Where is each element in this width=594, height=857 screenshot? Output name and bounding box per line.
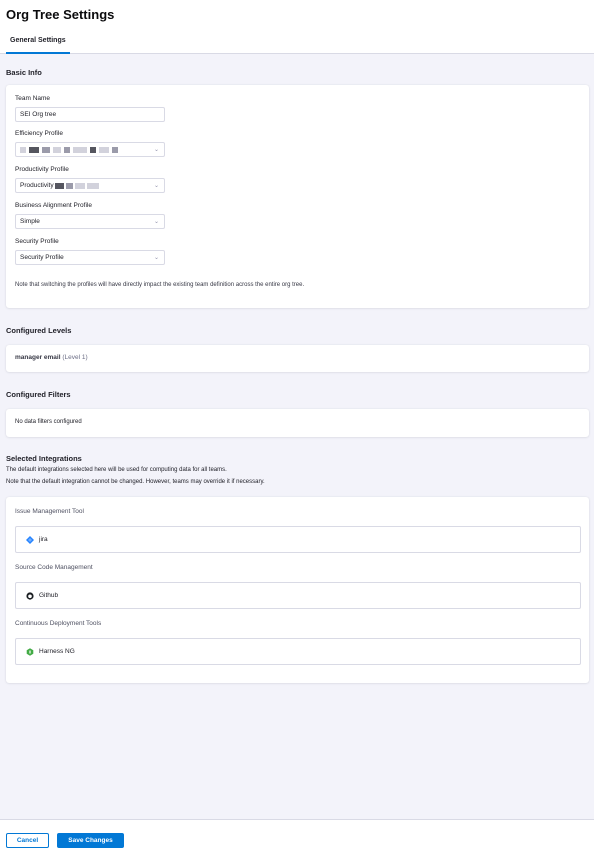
profiles-note: Note that switching the profiles will ha… — [15, 282, 305, 288]
save-changes-button[interactable]: Save Changes — [57, 833, 124, 848]
team-name-input[interactable]: SEI Org tree — [15, 107, 165, 122]
efficiency-profile-redacted-value — [20, 146, 118, 153]
team-name-value: SEI Org tree — [20, 111, 57, 118]
productivity-profile-redacted — [54, 182, 99, 189]
team-name-label: Team Name — [15, 95, 51, 102]
security-profile-select[interactable]: Security Profile ⌄ — [15, 250, 165, 265]
issue-management-label: Issue Management Tool — [15, 508, 84, 515]
chevron-down-icon: ⌄ — [153, 255, 159, 261]
productivity-profile-label: Productivity Profile — [15, 166, 69, 173]
source-code-management-label: Source Code Management — [15, 564, 93, 571]
level-item: manager email (Level 1) — [15, 354, 88, 361]
harness-icon — [25, 647, 34, 656]
tab-general-settings[interactable]: General Settings — [6, 37, 70, 54]
page-title: Org Tree Settings — [6, 7, 115, 22]
productivity-profile-select[interactable]: Productivity ⌄ — [15, 178, 165, 193]
chevron-down-icon: ⌄ — [153, 147, 159, 153]
integrations-description-2: Note that the default integration cannot… — [6, 479, 265, 485]
page-header: Org Tree Settings General Settings — [0, 0, 594, 54]
chevron-down-icon: ⌄ — [153, 183, 159, 189]
level-number: (Level 1) — [62, 354, 88, 361]
level-name: manager email — [15, 354, 61, 361]
jira-icon — [25, 535, 34, 544]
continuous-deployment-label: Continuous Deployment Tools — [15, 620, 102, 627]
issue-management-value: jira — [39, 536, 48, 543]
productivity-profile-value: Productivity — [20, 182, 54, 189]
chevron-down-icon: ⌄ — [153, 219, 159, 225]
security-profile-label: Security Profile — [15, 238, 59, 245]
configured-filters-heading: Configured Filters — [6, 390, 71, 399]
configured-levels-card: manager email (Level 1) — [6, 345, 589, 372]
configured-levels-heading: Configured Levels — [6, 326, 72, 335]
security-profile-value: Security Profile — [20, 254, 64, 261]
business-alignment-profile-value: Simple — [20, 218, 40, 225]
basic-info-heading: Basic Info — [6, 68, 42, 77]
business-alignment-profile-select[interactable]: Simple ⌄ — [15, 214, 165, 229]
selected-integrations-heading: Selected Integrations — [6, 454, 82, 463]
integrations-card: Issue Management Tool jira Source Code M… — [6, 497, 589, 683]
source-code-management-tool[interactable]: Github — [15, 582, 581, 609]
configured-filters-card: No data filters configured — [6, 409, 589, 437]
integrations-description-1: The default integrations selected here w… — [6, 467, 227, 473]
continuous-deployment-value: Harness NG — [39, 648, 75, 655]
source-code-management-value: Github — [39, 592, 59, 599]
efficiency-profile-select[interactable]: ⌄ — [15, 142, 165, 157]
no-filters-text: No data filters configured — [15, 419, 82, 425]
efficiency-profile-label: Efficiency Profile — [15, 130, 63, 137]
basic-info-card: Team Name SEI Org tree Efficiency Profil… — [6, 85, 589, 308]
github-icon — [25, 591, 34, 600]
issue-management-tool[interactable]: jira — [15, 526, 581, 553]
cancel-button[interactable]: Cancel — [6, 833, 49, 848]
continuous-deployment-tool[interactable]: Harness NG — [15, 638, 581, 665]
footer-bar: Cancel Save Changes — [0, 819, 594, 857]
business-alignment-profile-label: Business Alignment Profile — [15, 202, 92, 209]
